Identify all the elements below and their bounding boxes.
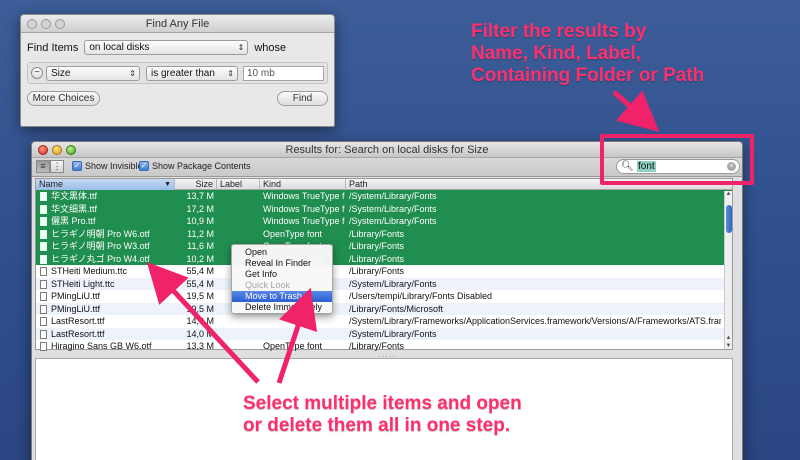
arrow-to-menu (276, 287, 318, 384)
annotation-arrows (146, 90, 660, 384)
arrow-to-filter (612, 90, 660, 132)
arrow-to-selection (146, 261, 260, 384)
